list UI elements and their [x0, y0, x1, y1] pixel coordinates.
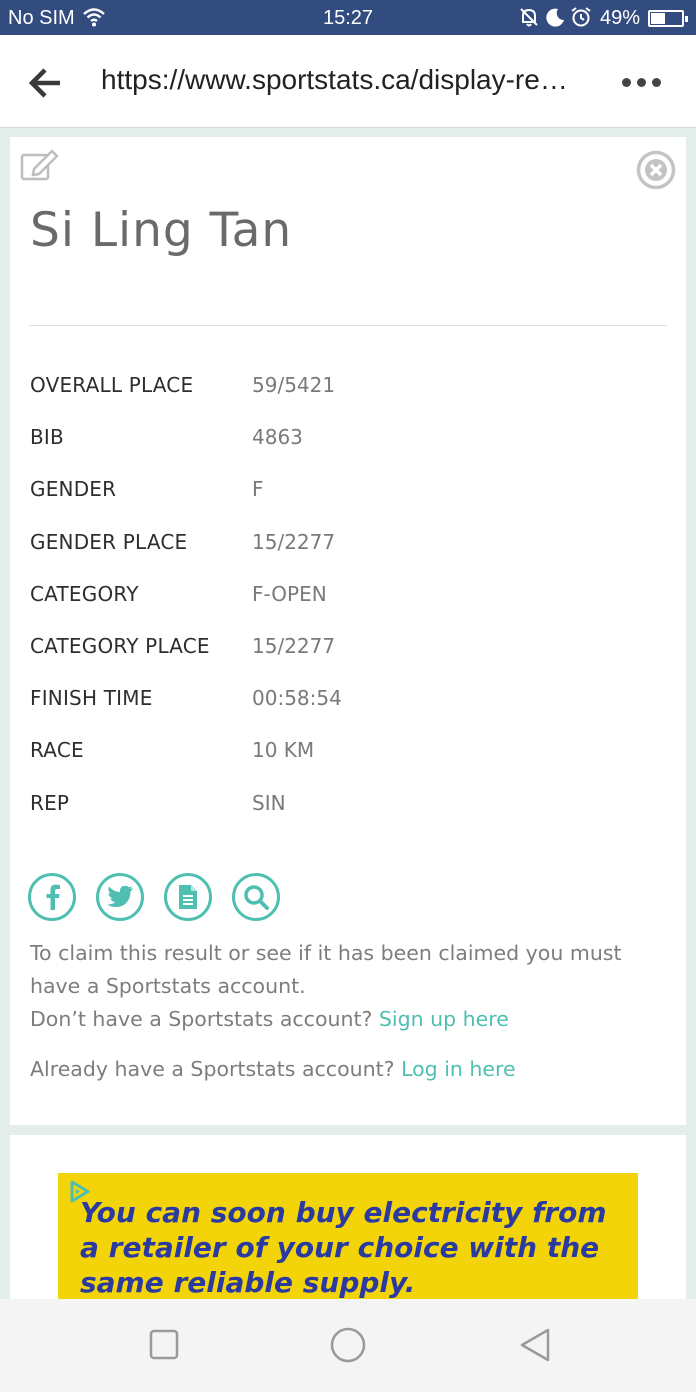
login-line: Already have a Sportstats account? Log i…: [30, 1053, 660, 1086]
detail-row-bib: BIB 4863: [30, 425, 650, 477]
category-place-label: CATEGORY PLACE: [30, 633, 210, 658]
detail-row-overall-place: OVERALL PLACE 59/5421: [30, 373, 650, 425]
athlete-name: Si Ling Tan: [30, 203, 293, 258]
alarm-icon: [570, 6, 592, 34]
overflow-menu-icon[interactable]: [622, 67, 666, 97]
close-icon[interactable]: [636, 150, 676, 190]
status-bar: No SIM 15:27 49%: [0, 0, 696, 35]
signup-line: Don’t have a Sportstats account? Sign up…: [30, 1003, 660, 1036]
race-label: RACE: [30, 738, 84, 763]
silent-icon: [518, 6, 540, 34]
overall-place-value: 59/5421: [252, 373, 336, 397]
ad-text: You can soon buy electricity from a reta…: [80, 1196, 607, 1299]
search-icon[interactable]: [232, 873, 280, 921]
back-arrow-icon[interactable]: [28, 65, 64, 101]
back-icon[interactable]: [516, 1327, 556, 1363]
detail-row-race: RACE 10 KM: [30, 738, 650, 790]
detail-row-gender: GENDER F: [30, 477, 650, 529]
document-icon[interactable]: [164, 873, 212, 921]
bib-value: 4863: [252, 425, 303, 450]
claim-section: To claim this result or see if it has be…: [30, 937, 660, 1086]
battery-icon: [648, 10, 688, 27]
moon-icon: [544, 6, 566, 34]
detail-row-finish-time: FINISH TIME 00:58:54: [30, 686, 650, 738]
category-value: F-OPEN: [252, 581, 327, 606]
recent-apps-icon[interactable]: [144, 1327, 184, 1363]
signup-link[interactable]: Sign up here: [379, 1007, 509, 1031]
overall-place-label: OVERALL PLACE: [30, 373, 194, 397]
navigation-bar: [0, 1299, 696, 1392]
detail-row-gender-place: GENDER PLACE 15/2277: [30, 530, 650, 582]
twitter-icon[interactable]: [96, 873, 144, 921]
race-value: 10 KM: [252, 738, 315, 763]
result-card: Si Ling Tan OVERALL PLACE 59/5421 BIB 48…: [10, 137, 686, 1125]
divider: [29, 325, 667, 326]
edit-icon[interactable]: [20, 147, 60, 183]
ad-card: You can soon buy electricity from a reta…: [10, 1135, 686, 1305]
result-details: OVERALL PLACE 59/5421 BIB 4863 GENDER F …: [30, 373, 650, 843]
home-icon[interactable]: [328, 1327, 368, 1363]
browser-toolbar: https://www.sportstats.ca/display-res…: [0, 35, 696, 128]
advertisement-banner[interactable]: You can soon buy electricity from a reta…: [58, 1173, 638, 1305]
finish-time-value: 00:58:54: [252, 686, 342, 711]
claim-text: To claim this result or see if it has be…: [30, 941, 622, 998]
detail-row-rep: REP SIN: [30, 791, 650, 843]
finish-time-label: FINISH TIME: [30, 686, 153, 711]
login-prompt: Already have a Sportstats account?: [30, 1057, 395, 1081]
gender-label: GENDER: [30, 477, 117, 502]
battery-percent: 49%: [600, 7, 641, 29]
category-place-value: 15/2277: [252, 633, 336, 658]
detail-row-category: CATEGORY F-OPEN: [30, 582, 650, 634]
share-buttons: [28, 873, 280, 921]
signup-prompt: Don’t have a Sportstats account?: [30, 1007, 373, 1031]
url-field[interactable]: https://www.sportstats.ca/display-res…: [101, 64, 581, 96]
detail-row-category-place: CATEGORY PLACE 15/2277: [30, 634, 650, 686]
category-label: CATEGORY: [30, 581, 139, 606]
gender-value: F: [252, 477, 264, 502]
login-link[interactable]: Log in here: [401, 1057, 516, 1081]
gender-place-value: 15/2277: [252, 529, 336, 554]
bib-label: BIB: [30, 425, 64, 450]
facebook-icon[interactable]: [28, 873, 76, 921]
rep-label: REP: [30, 790, 70, 815]
gender-place-label: GENDER PLACE: [30, 529, 188, 554]
rep-value: SIN: [252, 790, 286, 815]
